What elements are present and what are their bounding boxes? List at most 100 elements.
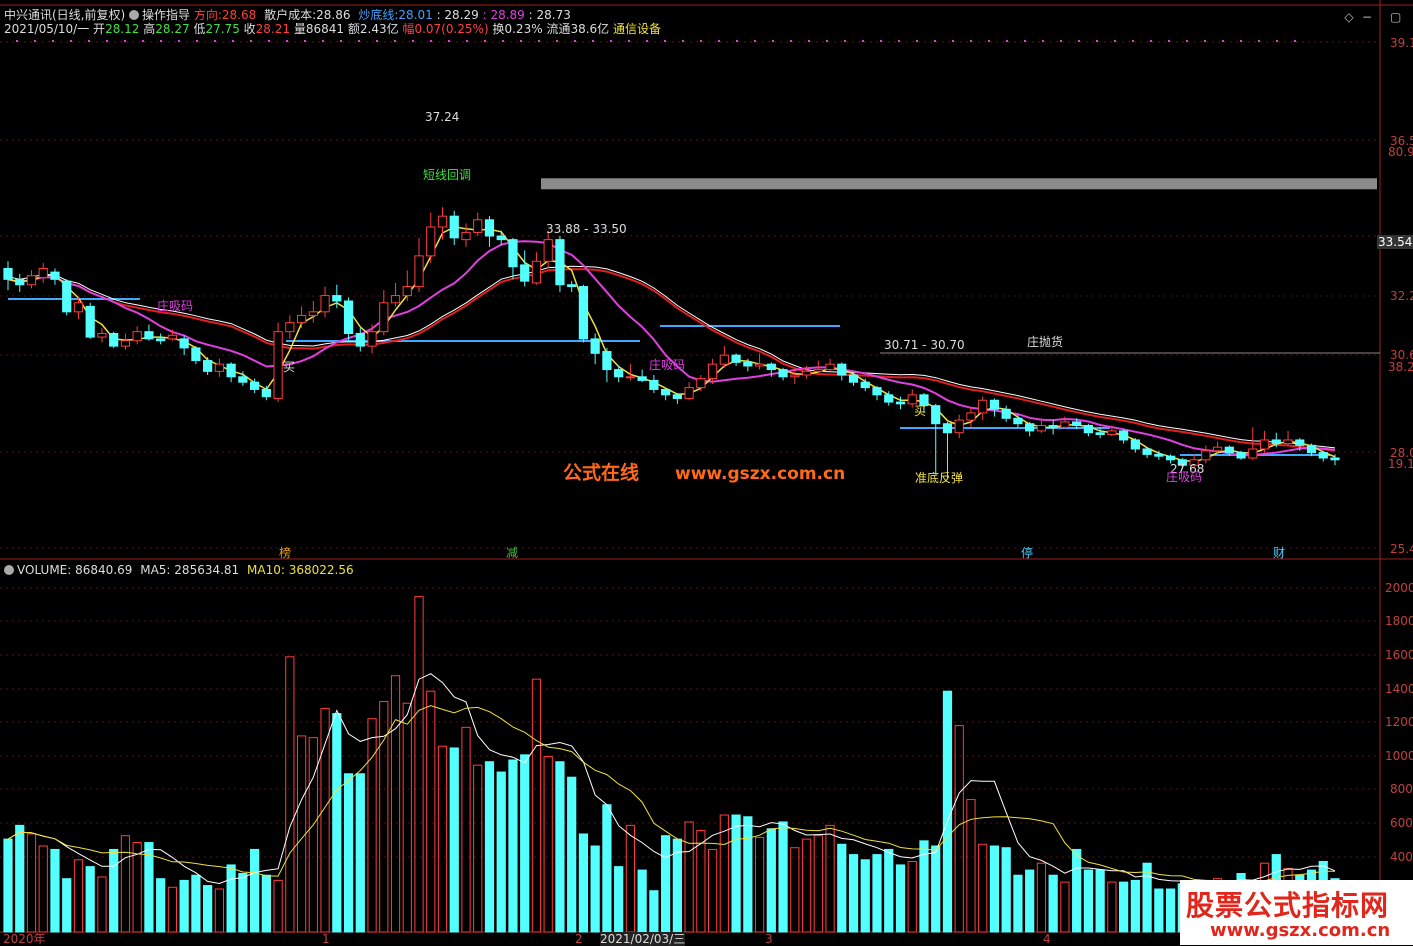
ma5-label: MA5: <box>140 563 171 577</box>
candle-body <box>132 331 142 342</box>
event-marker[interactable]: 减 <box>506 546 518 560</box>
candle-body <box>402 286 412 297</box>
candle-body <box>238 376 248 383</box>
candle-body <box>273 331 283 399</box>
volume-bar <box>156 878 166 933</box>
high-value: 28.27 <box>155 22 190 36</box>
candle-body <box>191 347 201 362</box>
candle-body <box>1259 439 1270 450</box>
signal-dot <box>1168 40 1170 42</box>
candle-body <box>1248 448 1258 459</box>
minimize-icon[interactable]: − <box>1362 11 1372 23</box>
volume-bar <box>520 754 530 933</box>
candle-body <box>179 338 189 349</box>
signal-dot <box>1204 40 1206 42</box>
candle-body <box>1001 408 1011 419</box>
sector-link[interactable]: 通信设备 <box>613 22 661 36</box>
candle-body <box>414 255 424 288</box>
indicator-name[interactable]: 操作指导 <box>142 8 190 22</box>
signal-dot <box>772 40 774 42</box>
volume-tick: 1000 <box>1385 749 1413 763</box>
candle-body <box>97 332 107 338</box>
candle-body <box>38 268 48 279</box>
candle-body <box>625 376 636 379</box>
candle-body <box>156 338 166 342</box>
float-stat: 流通38.6亿 <box>546 22 610 36</box>
candle-body <box>1142 448 1152 455</box>
signal-dot <box>574 40 576 42</box>
candle-body <box>1295 439 1305 446</box>
candle-body <box>754 363 765 367</box>
signal-dot <box>1024 40 1026 42</box>
candle-body <box>3 268 13 280</box>
volume-bar <box>884 848 894 933</box>
buy-label-1: 买 <box>283 360 296 374</box>
candle-body <box>484 219 495 237</box>
event-marker[interactable]: 停 <box>1021 546 1033 560</box>
signal-dot <box>1132 40 1134 42</box>
signal-dot <box>988 40 990 42</box>
candle-body <box>73 302 84 313</box>
candle-body <box>120 340 131 347</box>
candle-body <box>1095 432 1105 436</box>
date-tick: 4 <box>1043 932 1051 946</box>
candle-body <box>15 278 25 286</box>
volume-bar <box>508 759 518 933</box>
candle-body <box>1048 425 1058 428</box>
candle-body <box>942 423 953 434</box>
signal-dot <box>754 40 756 42</box>
volume-bar <box>731 814 741 933</box>
volume-bar <box>614 866 624 933</box>
gear-icon[interactable] <box>129 10 140 20</box>
change-stat: 幅0.07(0.25%) <box>402 22 489 36</box>
candle-body <box>907 394 917 405</box>
logo-url: www.gszx.com.cn <box>1210 920 1391 941</box>
volume-bar <box>649 890 659 933</box>
volume-bar <box>343 773 354 933</box>
candle-body <box>250 381 260 390</box>
signal-dot <box>826 40 828 42</box>
signal-dot <box>34 40 36 42</box>
candle-body <box>884 394 894 403</box>
volume-value: 86840.69 <box>75 563 133 577</box>
zone2-label: 30.71 - 30.70 <box>884 338 965 352</box>
volume-bar <box>931 845 941 933</box>
candle-body <box>343 300 354 334</box>
quote-bar: 2021/05/10/一 开28.12 高28.27 低27.75 收28.21… <box>4 22 661 36</box>
event-marker[interactable]: 财 <box>1273 546 1285 560</box>
volume-bar <box>848 854 859 933</box>
value-1: : 28.29 <box>436 8 479 22</box>
stock-title[interactable]: 中兴通讯(日线,前复权) <box>4 8 125 22</box>
cursor-date: 2021/02/03/三 <box>600 932 686 946</box>
candle-body <box>261 388 271 398</box>
gear-icon[interactable] <box>4 565 14 575</box>
candle-body <box>226 363 236 378</box>
candle-body <box>778 369 788 378</box>
candle-body <box>109 332 119 347</box>
signal-dot <box>358 40 360 42</box>
signal-dot <box>916 40 918 42</box>
price-tick: 19.1 <box>1388 457 1413 471</box>
signal-dot <box>1186 40 1188 42</box>
signal-dot <box>664 40 666 42</box>
volume-bar <box>860 859 870 933</box>
distribute-label: 庄抛货 <box>1027 335 1064 349</box>
maximize-icon[interactable]: ▢ <box>1390 11 1401 23</box>
signal-dot <box>646 40 648 42</box>
candle-body <box>367 331 377 347</box>
event-marker[interactable]: 榜 <box>279 546 291 560</box>
volume-tick: 1400 <box>1385 682 1413 696</box>
signal-dot <box>592 40 594 42</box>
candle-body <box>285 322 295 333</box>
volume-bar <box>226 864 236 933</box>
volume-bar <box>590 845 600 933</box>
candle-body <box>26 275 37 286</box>
candle-body <box>1107 430 1117 436</box>
diamond-icon[interactable]: ◇ <box>1344 11 1354 23</box>
candle-body <box>801 370 812 376</box>
volume-bar <box>637 869 647 933</box>
signal-dot <box>196 40 198 42</box>
candle-body <box>848 374 859 383</box>
candle-body <box>602 351 612 371</box>
volume-tick: 1800 <box>1385 614 1413 628</box>
